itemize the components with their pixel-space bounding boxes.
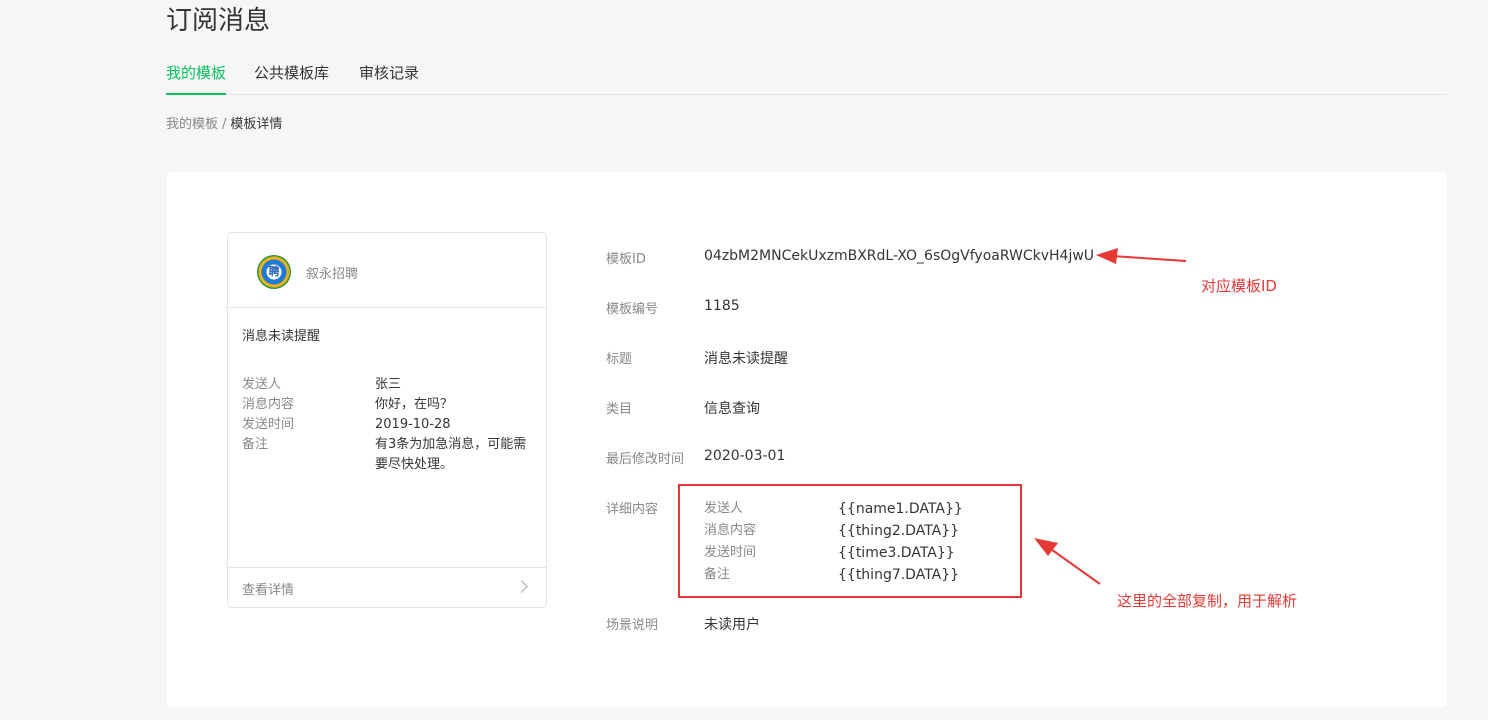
template-number-label: 模板编号 xyxy=(606,302,659,317)
preview-field-key: 发送人 xyxy=(242,377,282,392)
content-rows: 发送人 {{name1.DATA}} 消息内容 {{thing2.DATA}} … xyxy=(704,498,963,586)
tab-my-templates[interactable]: 我的模板 xyxy=(166,62,227,95)
preview-field-value: 张三 xyxy=(375,377,402,392)
content-row-key: 发送人 xyxy=(704,501,744,516)
breadcrumb-current: 模板详情 xyxy=(230,117,283,132)
content-row-value: {{name1.DATA}} xyxy=(838,501,963,517)
preview-field-row: 发送时间 2019-10-28 xyxy=(242,415,532,435)
account-logo: 聘 xyxy=(257,255,291,289)
annotation-content-note: 这里的全部复制，用于解析 xyxy=(1117,592,1298,610)
account-name: 叙永招聘 xyxy=(306,267,359,282)
title-label: 标题 xyxy=(606,352,633,367)
content-row-key: 发送时间 xyxy=(704,545,757,560)
category-value: 信息查询 xyxy=(704,401,760,417)
content-row: 消息内容 {{thing2.DATA}} xyxy=(704,520,963,542)
page-title: 订阅消息 xyxy=(166,6,271,36)
scene-value: 未读用户 xyxy=(704,617,760,633)
content-row: 发送时间 {{time3.DATA}} xyxy=(704,542,963,564)
title-value: 消息未读提醒 xyxy=(704,351,788,367)
annotation-template-id-note: 对应模板ID xyxy=(1201,277,1277,295)
preview-field-value: 2019-10-28 xyxy=(375,417,451,432)
preview-field-key: 备注 xyxy=(242,437,269,452)
scene-label: 场景说明 xyxy=(606,618,659,633)
view-details-link[interactable]: 查看详情 xyxy=(228,567,546,607)
breadcrumb-separator: / xyxy=(222,117,227,132)
content-row-key: 备注 xyxy=(704,567,731,582)
content-row-value: {{thing2.DATA}} xyxy=(838,523,960,539)
category-label: 类目 xyxy=(606,402,633,417)
breadcrumb-parent[interactable]: 我的模板 xyxy=(166,117,218,132)
preview-field-row: 消息内容 你好，在吗？ xyxy=(242,395,532,415)
account-logo-text: 聘 xyxy=(268,265,280,278)
content-row-value: {{time3.DATA}} xyxy=(838,545,955,561)
preview-field-value: 你好，在吗？ xyxy=(375,397,454,412)
preview-field-key: 发送时间 xyxy=(242,417,295,432)
chevron-right-icon xyxy=(515,580,528,593)
content-row-key: 消息内容 xyxy=(704,523,757,538)
template-id-label: 模板ID xyxy=(606,252,646,267)
template-number-value: 1185 xyxy=(704,298,740,314)
content-row: 发送人 {{name1.DATA}} xyxy=(704,498,963,520)
preview-field-row: 备注 有3条为加急消息，可能需要尽快处理。 xyxy=(242,435,532,475)
template-id-value: 04zbM2MNCekUxzmBXRdL-XO_6sOgVfyoaRWCkvH4… xyxy=(704,248,1095,264)
preview-field-value: 有3条为加急消息，可能需要尽快处理。 xyxy=(375,437,527,472)
tab-public-template-library[interactable]: 公共模板库 xyxy=(254,62,329,95)
last-modified-value: 2020-03-01 xyxy=(704,448,786,464)
template-detail-panel: 聘 叙永招聘 消息未读提醒 发送人 张三 消息内容 你好，在吗？ 发送时间 20… xyxy=(167,172,1447,707)
last-modified-label: 最后修改时间 xyxy=(606,452,685,467)
tab-bar: 我的模板 公共模板库 审核记录 xyxy=(166,62,1447,95)
message-title: 消息未读提醒 xyxy=(242,329,321,344)
content-row: 备注 {{thing7.DATA}} xyxy=(704,564,963,586)
preview-fields: 发送人 张三 消息内容 你好，在吗？ 发送时间 2019-10-28 备注 有3… xyxy=(242,375,532,475)
message-preview-card: 聘 叙永招聘 消息未读提醒 发送人 张三 消息内容 你好，在吗？ 发送时间 20… xyxy=(227,232,547,608)
tab-review-records[interactable]: 审核记录 xyxy=(359,62,419,95)
view-details-label: 查看详情 xyxy=(242,583,295,598)
breadcrumb: 我的模板 / 模板详情 xyxy=(166,113,282,132)
preview-field-key: 消息内容 xyxy=(242,397,295,412)
preview-field-row: 发送人 张三 xyxy=(242,375,532,395)
content-row-value: {{thing7.DATA}} xyxy=(838,567,960,583)
card-header: 聘 叙永招聘 xyxy=(228,233,546,308)
